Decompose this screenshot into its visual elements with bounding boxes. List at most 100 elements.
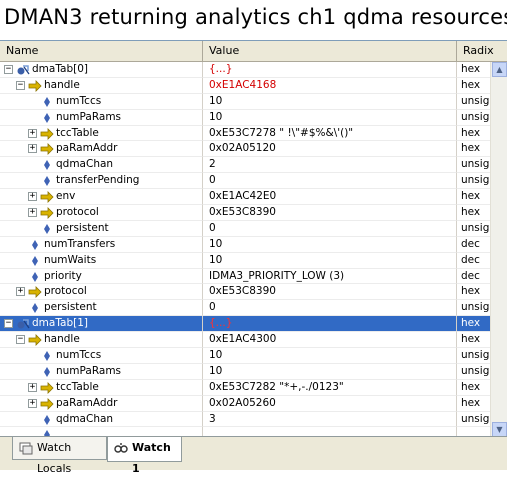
watch-value-cell[interactable]: 2 <box>203 157 457 174</box>
watch-radix-cell[interactable]: hex <box>457 62 490 78</box>
watch-name-label: numPaRams <box>56 364 122 377</box>
watch-row[interactable]: qdmaChan 3unsign <box>0 411 490 428</box>
watch-radix-cell[interactable]: dec <box>457 253 490 269</box>
watch-value-cell[interactable]: 0xE53C7278 " !\"#$%&\'()" <box>203 125 457 142</box>
watch-value-cell[interactable]: 0x02A05260 <box>203 395 457 412</box>
watch-row[interactable]: priority IDMA3_PRIORITY_LOW (3) dec <box>0 268 490 285</box>
watch-row[interactable]: − dmaTab[1] {...} hex <box>0 316 490 333</box>
watch-row[interactable]: numTccs 10unsign <box>0 348 490 364</box>
collapse-toggle-icon[interactable]: − <box>4 65 13 74</box>
watch-value-cell[interactable]: 0xE53C8390 <box>203 205 457 221</box>
watch-radix-cell[interactable]: unsign <box>457 94 490 110</box>
vertical-scrollbar[interactable]: ▲ ▼ <box>490 62 507 437</box>
watch-row[interactable]: numPaRams 10unsign <box>0 363 490 380</box>
watch-row[interactable]: qdmaChan 2unsign <box>0 157 490 174</box>
watch-value-cell[interactable]: 3 <box>203 411 457 428</box>
watch-radix-cell[interactable]: hex <box>457 332 490 349</box>
watch-radix-cell[interactable]: dec <box>457 269 490 285</box>
watch-radix-cell[interactable]: hex <box>457 189 490 206</box>
watch-value-cell[interactable]: 0xE53C8390 <box>203 284 457 301</box>
watch-row[interactable]: − handle 0xE1AC4300 hex <box>0 332 490 349</box>
expand-toggle-icon[interactable]: + <box>28 144 37 154</box>
watch-row[interactable]: persistent 0unsign <box>0 220 490 237</box>
watch-value-cell[interactable]: 10 <box>203 363 457 380</box>
watch-name-cell: numWaits <box>0 252 203 269</box>
expand-toggle-icon[interactable]: + <box>28 208 37 218</box>
watch-value-cell[interactable]: 0xE1AC4168 <box>203 77 457 94</box>
watch-radix-cell[interactable]: hex <box>457 205 490 221</box>
watch-value-cell[interactable]: 0 <box>203 173 457 190</box>
pointer-arrow-icon <box>40 397 54 410</box>
struct-variable-icon <box>16 64 30 76</box>
watch-row[interactable]: numTransfers 10 dec <box>0 236 490 253</box>
watch-value-cell[interactable]: 0xE1AC42E0 <box>203 189 457 206</box>
watch-radix-cell[interactable]: unsign <box>457 173 490 190</box>
watch-row[interactable]: + tccTable 0xE53C7282 "*+,-./0123" hex <box>0 379 490 396</box>
watch-name-cell: transferPending <box>0 173 203 190</box>
watch-value-cell[interactable]: 10 <box>203 252 457 269</box>
watch-row[interactable]: numWaits 10 dec <box>0 252 490 269</box>
watch-radix-cell[interactable]: unsign <box>457 364 490 380</box>
pointer-arrow-icon <box>40 381 54 394</box>
watch-value-cell[interactable]: 10 <box>203 93 457 110</box>
watch-value-cell[interactable]: 10 <box>203 109 457 126</box>
watch-row[interactable]: + protocol 0xE53C8390 hex <box>0 284 490 301</box>
column-radix-header[interactable]: Radix <box>457 41 507 61</box>
watch-radix-cell[interactable]: hex <box>457 396 490 412</box>
scroll-up-arrow-icon[interactable]: ▲ <box>492 62 507 77</box>
scroll-down-arrow-icon[interactable]: ▼ <box>492 422 507 437</box>
watch-radix-cell[interactable]: hex <box>457 126 490 142</box>
watch-row[interactable]: + tccTable 0xE53C7278 " !\"#$%&\'()" hex <box>0 125 490 142</box>
watch-radix-cell[interactable]: unsign <box>457 221 490 237</box>
watch-row[interactable]: numPaRams 10unsign <box>0 109 490 126</box>
field-diamond-icon <box>40 96 54 108</box>
watch-value-cell[interactable]: 10 <box>203 348 457 364</box>
collapse-toggle-icon[interactable]: − <box>16 80 25 90</box>
watch-name-label: dmaTab[1] <box>32 317 88 330</box>
watch-value-cell[interactable]: {...} <box>203 316 457 333</box>
expand-toggle-icon[interactable]: + <box>28 382 37 392</box>
watch-radix-cell[interactable]: hex <box>457 380 490 396</box>
watch-name-cell: − dmaTab[0] <box>0 62 203 78</box>
watch-radix-cell[interactable]: unsign <box>457 300 490 317</box>
watch-radix-cell[interactable]: unsign <box>457 348 490 364</box>
watch-row[interactable]: persistent 0unsign <box>0 300 490 317</box>
expand-toggle-icon[interactable]: + <box>28 192 37 202</box>
watch-row[interactable]: + protocol 0xE53C8390 hex <box>0 205 490 221</box>
watch-value-cell[interactable]: 0 <box>203 300 457 317</box>
watch-radix-cell[interactable]: hex <box>457 316 490 333</box>
watch-row[interactable]: + paRamAddr 0x02A05260 hex <box>0 395 490 412</box>
watch-value-cell[interactable]: IDMA3_PRIORITY_LOW (3) <box>203 268 457 285</box>
tab-watch-1[interactable]: Watch 1 <box>107 437 182 475</box>
struct-variable-icon <box>16 318 30 330</box>
expand-toggle-icon[interactable]: + <box>28 128 37 138</box>
watch-radix-cell[interactable]: hex <box>457 141 490 158</box>
expand-toggle-icon[interactable]: + <box>28 398 37 408</box>
watch-value-cell[interactable]: 10 <box>203 236 457 253</box>
watch-value-cell[interactable]: 0x02A05120 <box>203 141 457 158</box>
collapse-toggle-icon[interactable]: − <box>4 319 13 329</box>
watch-radix-cell[interactable]: hex <box>457 78 490 94</box>
column-value-header[interactable]: Value <box>203 41 457 61</box>
watch-value-cell[interactable]: 0xE53C7282 "*+,-./0123" <box>203 379 457 396</box>
watch-radix-cell[interactable]: unsign <box>457 412 490 428</box>
watch-radix-cell[interactable]: hex <box>457 284 490 301</box>
watch-radix-cell[interactable]: unsign <box>457 157 490 174</box>
watch-value-cell[interactable]: 0xE1AC4300 <box>203 332 457 349</box>
watch-row[interactable]: transferPending 0unsign <box>0 173 490 190</box>
watch-radix-cell[interactable]: unsign <box>457 110 490 126</box>
watch-row[interactable]: + paRamAddr 0x02A05120 hex <box>0 141 490 158</box>
watch-radix-cell[interactable]: dec <box>457 237 490 253</box>
field-diamond-icon <box>40 112 54 124</box>
watch-value-cell[interactable]: {...} <box>203 62 457 78</box>
watch-row[interactable]: − handle 0xE1AC4168 hex <box>0 77 490 94</box>
tab-watch-locals[interactable]: Watch Locals <box>12 437 107 475</box>
column-name-header[interactable]: Name <box>0 41 203 61</box>
watch-row[interactable]: + env 0xE1AC42E0 hex <box>0 189 490 206</box>
watch-row[interactable]: − dmaTab[0] {...} hex <box>0 62 490 78</box>
watch-value-cell[interactable]: 0 <box>203 220 457 237</box>
watch-row[interactable]: numTccs 10unsign <box>0 93 490 110</box>
collapse-toggle-icon[interactable]: − <box>16 335 25 345</box>
expand-toggle-icon[interactable]: + <box>16 287 25 297</box>
watch-name-label: paRamAddr <box>56 142 118 155</box>
